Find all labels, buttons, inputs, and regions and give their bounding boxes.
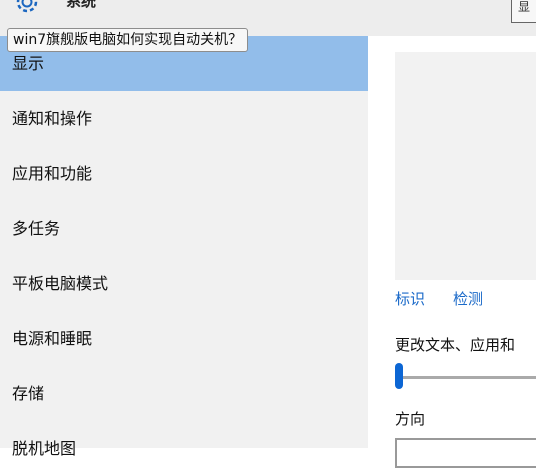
display-settings-panel: 标识 检测 更改文本、应用和 方向 xyxy=(368,36,536,468)
settings-sidebar: 显示 通知和操作 应用和功能 多任务 平板电脑模式 电源和睡眠 存储 脱机地图 xyxy=(0,36,368,458)
detect-link[interactable]: 检测 xyxy=(453,288,483,309)
sidebar-item-apps[interactable]: 应用和功能 xyxy=(0,146,368,201)
scale-slider-thumb[interactable] xyxy=(395,363,403,389)
sidebar-item-power-sleep[interactable]: 电源和睡眠 xyxy=(0,311,368,366)
sidebar-item-multitasking[interactable]: 多任务 xyxy=(0,201,368,256)
orientation-label: 方向 xyxy=(395,410,426,428)
orientation-dropdown[interactable] xyxy=(395,438,536,468)
monitor-preview[interactable] xyxy=(395,52,536,280)
sidebar-item-notifications[interactable]: 通知和操作 xyxy=(0,91,368,146)
window-title: 系统 xyxy=(66,0,97,10)
tooltip: win7旗舰版电脑如何实现自动关机？ xyxy=(7,28,249,52)
scale-slider-track[interactable] xyxy=(395,376,536,379)
sidebar-item-offline-maps[interactable]: 脱机地图 xyxy=(0,421,368,476)
title-bar-button[interactable]: 显 xyxy=(511,0,536,23)
gear-icon xyxy=(16,0,38,13)
identify-link[interactable]: 标识 xyxy=(395,288,425,309)
sidebar-item-storage[interactable]: 存储 xyxy=(0,366,368,421)
sidebar-item-tablet-mode[interactable]: 平板电脑模式 xyxy=(0,256,368,311)
scale-label: 更改文本、应用和 xyxy=(395,336,516,354)
